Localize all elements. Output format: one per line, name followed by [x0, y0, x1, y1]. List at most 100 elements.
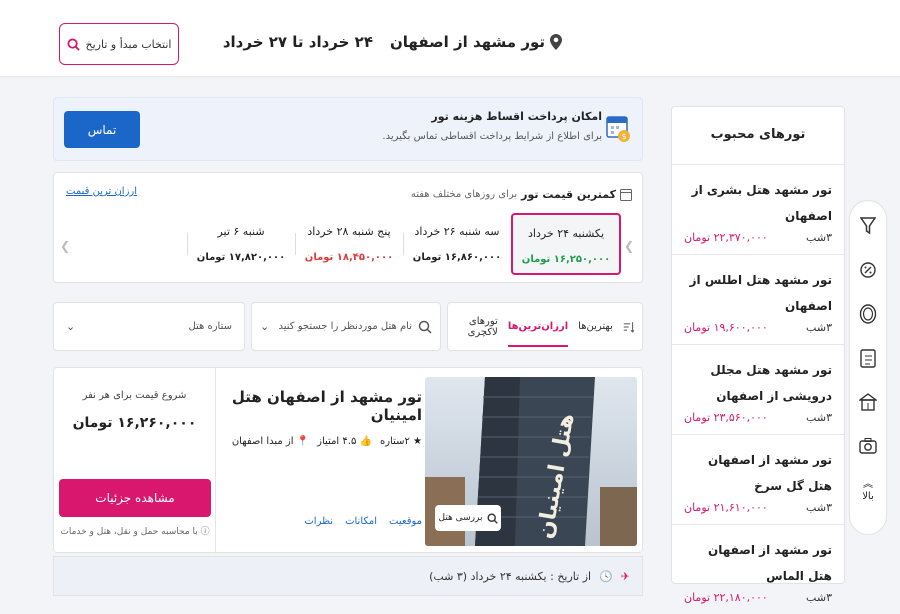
tour-name[interactable]: تور مشهد از اصفهان هتل امینیان	[222, 388, 422, 424]
tour-date-range: ۲۴ خرداد تا ۲۷ خرداد	[222, 33, 373, 51]
price-label: شروع قیمت برای هر نفر	[82, 390, 187, 401]
location-pin-icon	[550, 34, 562, 50]
pick-origin-date-button[interactable]: انتخاب مبدأ و تاریخ	[59, 23, 179, 65]
tour-card: شروع قیمت برای هر نفر ۱۶,۲۶۰,۰۰۰ تومان م…	[53, 367, 643, 554]
day-name: سه شنبه ۲۶ خرداد	[414, 225, 500, 238]
sort-luxury-tab[interactable]: تورهای لاکچری	[448, 316, 498, 338]
search-icon	[66, 37, 80, 51]
contact-button[interactable]: تماس	[64, 111, 140, 148]
cheapest-subtitle: برای روزهای مختلف هفته	[410, 189, 518, 200]
coin-icon[interactable]	[858, 303, 878, 325]
tour-links: موقعیت امکانات نظرات	[304, 516, 422, 527]
day-option[interactable]: شنبه ۶ تیر ۱۷,۸۲۰,۰۰۰ تومان	[187, 213, 295, 275]
tour-meta: ★ ۲ستاره 👍 ۴.۵ امتیاز 📍 از مبدا اصفهان	[222, 436, 422, 447]
hotel-stars-text: ۲ستاره	[379, 436, 410, 447]
cheapest-price-header: کمترین قیمت تور برای روزهای مختلف هفته	[411, 188, 632, 201]
hotel-star-label: ستاره هتل	[188, 321, 232, 332]
popular-tour-item[interactable]: تور مشهد هتل مجلل درویشی از اصفهان ۳شب ۲۳…	[672, 345, 844, 435]
day-name: پنج شنبه ۲۸ خرداد	[307, 225, 391, 238]
popular-tour-name: تور مشهد از اصفهان هتل الماس	[707, 543, 832, 583]
calendar-coin-icon: $	[606, 114, 632, 148]
tour-info: تور مشهد از اصفهان هتل امینیان ★ ۲ستاره …	[222, 368, 422, 554]
clock-icon: 🕓	[599, 569, 613, 583]
scroll-top-button[interactable]: ︽ بالا	[862, 479, 874, 503]
discount-icon[interactable]	[858, 259, 878, 281]
popular-tour-nights: ۳شب	[806, 501, 832, 514]
arrow-up-icon: ︽	[862, 479, 873, 490]
popular-tour-item[interactable]: تور مشهد هتل بشری از اصفهان ۳شب ۲۲,۳۷۰,۰۰…	[672, 165, 844, 255]
hotel-star-select[interactable]: ستاره هتل ⌄	[53, 302, 245, 351]
installments-subtitle: برای اطلاع از شرایط پرداخت اقساطی تماس ب…	[382, 131, 602, 142]
tour-price-column: شروع قیمت برای هر نفر ۱۶,۲۶۰,۰۰۰ تومان م…	[54, 368, 216, 554]
pick-origin-date-label: انتخاب مبدأ و تاریخ	[85, 37, 172, 51]
day-price: ۱۶,۲۵۰,۰۰۰ تومان	[521, 254, 611, 265]
camera-icon[interactable]	[858, 435, 878, 457]
popular-tour-nights: ۳شب	[806, 231, 832, 244]
calendar-icon	[620, 189, 632, 201]
day-price: ۱۷,۸۲۰,۰۰۰ تومان	[196, 252, 286, 263]
page-title: تور مشهد از اصفهان ۲۴ خرداد تا ۲۷ خرداد	[223, 33, 562, 51]
sort-tabs: بهترین‌ها ارزان‌ترین‌ها تورهای لاکچری	[447, 302, 643, 351]
hotel-image[interactable]: هتل امینیان بررسی هتل	[425, 377, 637, 546]
popular-tour-item[interactable]: تور مشهد هتل اطلس از اصفهان ۳شب ۱۹,۶۰۰,۰۰…	[672, 255, 844, 345]
sort-best-tab[interactable]: بهترین‌ها	[578, 321, 613, 332]
tour-origin-text: از مبدا اصفهان	[231, 436, 294, 447]
day-option[interactable]: پنج شنبه ۲۸ خرداد ۱۸,۴۵۰,۰۰۰ تومان	[295, 213, 403, 275]
cheapest-price-link[interactable]: ارزان ترین قیمت	[66, 186, 137, 197]
tour-origin: 📍 از مبدا اصفهان	[231, 436, 310, 447]
tour-title: تور مشهد از اصفهان	[389, 33, 545, 51]
popular-tour-item[interactable]: تور مشهد از اصفهان هتل گل سرخ ۳شب ۲۱,۶۱۰,…	[672, 435, 844, 525]
scroll-top-label: بالا	[862, 491, 874, 502]
amenities-link[interactable]: امکانات	[345, 516, 377, 527]
chevron-down-icon: ⌄	[66, 320, 76, 333]
view-details-button[interactable]: مشاهده جزئیات	[59, 479, 211, 517]
reviews-link[interactable]: نظرات	[304, 516, 333, 527]
search-icon	[486, 512, 498, 524]
popular-tours: تورهای محبوب تور مشهد هتل بشری از اصفهان…	[671, 106, 845, 604]
popular-tours-title: تورهای محبوب	[672, 107, 844, 165]
installments-title: امکان پرداخت اقساط هزینه تور	[431, 110, 602, 123]
top-bar: تور مشهد از اصفهان ۲۴ خرداد تا ۲۷ خرداد …	[0, 0, 900, 77]
popular-tour-price: ۲۳,۵۶۰,۰۰۰ تومان	[684, 411, 768, 424]
day-list: یکشنبه ۲۴ خرداد ۱۶,۲۵۰,۰۰۰ تومان سه شنبه…	[66, 213, 621, 275]
airplane-icon: ✈	[620, 569, 630, 583]
price-note-text: با محاسبه حمل و نقل، هتل و خدمات	[60, 527, 198, 537]
sort-icon	[623, 321, 634, 333]
location-link[interactable]: موقعیت	[389, 516, 422, 527]
hotel-icon[interactable]	[858, 391, 878, 413]
popular-tour-name: تور مشهد هتل مجلل درویشی از اصفهان	[710, 363, 832, 403]
installments-banner: $ امکان پرداخت اقساط هزینه تور برای اطلا…	[53, 97, 643, 161]
hotel-review-button[interactable]: بررسی هتل	[435, 505, 501, 531]
popular-tour-price: ۲۲,۱۸۰,۰۰۰ تومان	[684, 591, 768, 604]
day-price: ۱۸,۴۵۰,۰۰۰ تومان	[304, 252, 394, 263]
day-name: یکشنبه ۲۴ خرداد	[527, 227, 605, 240]
popular-tour-item[interactable]: تور مشهد از اصفهان هتل الماس ۳شب ۲۲,۱۸۰,۰…	[672, 525, 844, 614]
hotel-search-placeholder: نام هتل موردنظر را جستجو کنید	[278, 321, 412, 332]
popular-tour-price: ۱۹,۶۰۰,۰۰۰ تومان	[684, 321, 768, 334]
popular-tour-price: ۲۲,۳۷۰,۰۰۰ تومان	[684, 231, 768, 244]
svg-text:$: $	[621, 132, 626, 141]
hotel-rating: 👍 ۴.۵ امتیاز	[317, 436, 372, 447]
popular-tour-nights: ۳شب	[806, 321, 832, 334]
day-price: ۱۶,۸۶۰,۰۰۰ تومان	[412, 252, 502, 263]
popular-tour-name: تور مشهد هتل بشری از اصفهان	[691, 183, 832, 223]
popular-tour-name: تور مشهد از اصفهان هتل گل سرخ	[707, 453, 832, 493]
sort-cheapest-tab[interactable]: ارزان‌ترین‌ها	[507, 321, 569, 347]
cheapest-title: کمترین قیمت تور	[521, 188, 616, 201]
price-note: ⓘ با محاسبه حمل و نقل، هتل و خدمات	[60, 527, 210, 537]
departure-date-text: از تاریخ : یکشنبه ۲۴ خرداد (۳ شب)	[429, 569, 592, 583]
popular-tour-nights: ۳شب	[806, 591, 832, 604]
day-option[interactable]: سه شنبه ۲۶ خرداد ۱۶,۸۶۰,۰۰۰ تومان	[403, 213, 511, 275]
cheapest-price-box: کمترین قیمت تور برای روزهای مختلف هفته ا…	[53, 172, 643, 283]
filter-icon[interactable]	[858, 215, 878, 237]
checklist-icon[interactable]	[858, 347, 878, 369]
popular-tour-price: ۲۱,۶۱۰,۰۰۰ تومان	[684, 501, 768, 514]
day-name: شنبه ۶ تیر	[217, 225, 265, 238]
hotel-stars: ★ ۲ستاره	[379, 436, 422, 447]
day-option[interactable]: یکشنبه ۲۴ خرداد ۱۶,۲۵۰,۰۰۰ تومان	[511, 213, 621, 275]
search-icon	[418, 320, 432, 334]
hotel-search-input[interactable]: نام هتل موردنظر را جستجو کنید ⌄	[251, 302, 441, 351]
chevron-right-icon[interactable]: ❮	[624, 239, 634, 253]
hotel-review-label: بررسی هتل	[438, 513, 483, 523]
departure-date-row: ✈ 🕓 از تاریخ : یکشنبه ۲۴ خرداد (۳ شب)	[53, 556, 643, 596]
